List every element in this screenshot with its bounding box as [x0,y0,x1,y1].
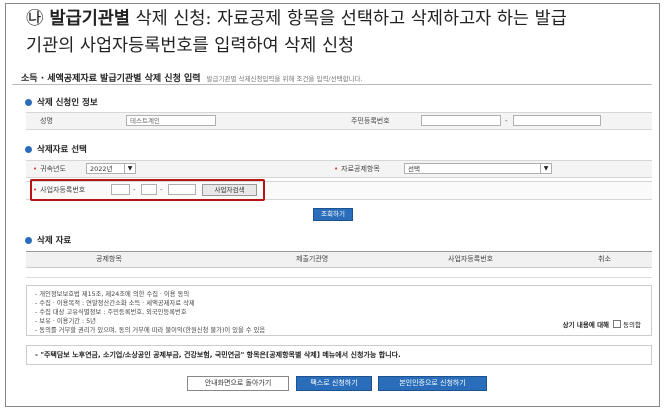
privacy-notice: - 개인정보보호법 제15조, 제24조에 의한 수집 · 이용 동의 - 수집… [26,285,652,336]
year-select[interactable]: 2022년 ▼ [86,163,136,174]
auth-apply-button[interactable]: 본인인증으로 신청하기 [378,376,487,391]
item-label: • 자료공제항목 [334,161,380,177]
rrn-label: 주민등록번호 [351,117,390,125]
required-mark: • [334,165,339,173]
section-data-title: 삭제 자료 [37,236,72,246]
year-label-text: 귀속년도 [40,165,66,173]
column-header: 제출기관명 [296,255,329,263]
item-label-text: 자료공제항목 [341,165,380,173]
rrn-back-input[interactable] [513,115,601,126]
column-header: 공제항목 [96,255,122,263]
fax-apply-button[interactable]: 팩스로 신청하기 [296,376,372,391]
title-divider [12,84,652,85]
heading-keyword: 발급기관별 [49,9,131,29]
bullet-icon [25,237,32,244]
rrn-separator: - [505,117,508,125]
rrn-front-input[interactable] [421,115,501,126]
item-select[interactable]: 선택 ▼ [404,163,552,174]
notice-line: - 수집 대상 고유식별정보 : 주민등록번호, 외국인등록번호 [35,309,187,316]
notice-line: - 동의를 거부할 권리가 있으며, 동의 거부에 따라 불이익(한원신청 불가… [35,327,266,334]
year-select-value: 2022년 [90,165,113,173]
highlight-box [30,179,265,201]
required-mark: • [33,165,38,173]
section-data: 삭제 자료 [25,234,71,246]
heading-line1: 삭제 신청: 자료공제 항목을 선택하고 삭제하고자 하는 발급 [130,9,567,29]
notice-line: - 개인정보보호법 제15조, 제24조에 의한 수집 · 이용 동의 [35,291,190,298]
notice-line: - 보유 · 이용기간 : 5년 [35,318,96,325]
page-title: 소득 · 세액공제자료 발급기관별 삭제 신청 입력 발급기관별 삭제신청입력을 … [21,71,363,84]
section-applicant-title: 삭제 신청인 정보 [37,98,98,108]
section-selection: 삭제자료 선택 [25,143,87,155]
consent-prefix: 상기 내용에 대해 [562,321,610,329]
column-header: 취소 [598,255,611,263]
item-select-value: 선택 [408,165,420,173]
applicant-row: 성명 테스트계인 주민등록번호 - [26,112,652,130]
table-row [26,266,652,278]
selection-row-1: • 귀속년도 2022년 ▼ • 자료공제항목 선택 ▼ [26,160,652,178]
consent-label[interactable]: 동의함 [623,321,641,329]
bullet-icon [25,99,32,106]
step-marker: ㉯ [26,9,44,29]
bullet-icon [25,146,32,153]
back-button[interactable]: 안내화면으로 돌아가기 [187,376,289,391]
instruction-heading: ㉯ 발급기관별 삭제 신청: 자료공제 항목을 선택하고 삭제하고자 하는 발급 … [26,6,651,60]
consent-control: 상기 내용에 대해 동의함 [563,319,641,329]
query-button[interactable]: 조회하기 [313,208,353,221]
name-label: 성명 [40,117,53,125]
notice-line: - 수집 · 이용목적 : 연말정산간소화 소득 · 세액공제자료 삭제 [35,300,195,307]
bottom-notice: - "주택담보 노후연금, 소기업/소상공인 공제부금, 건강보험, 국민연금"… [26,345,652,365]
section-selection-title: 삭제자료 선택 [37,145,87,155]
section-applicant: 삭제 신청인 정보 [25,96,98,108]
chevron-down-icon: ▼ [540,164,551,173]
chevron-down-icon: ▼ [124,164,135,173]
column-header: 사업자등록번호 [448,255,494,263]
name-field: 테스트계인 [126,115,216,126]
heading-line2: 기관의 사업자등록번호를 입력하여 삭제 신청 [26,36,355,56]
year-label: • 귀속년도 [33,161,66,177]
consent-checkbox[interactable] [613,320,622,328]
page-subtitle: 발급기관별 삭제신청입력을 위해 조건을 입력/선택합니다. [206,75,363,83]
page-title-text: 소득 · 세액공제자료 발급기관별 삭제 신청 입력 [21,74,201,84]
